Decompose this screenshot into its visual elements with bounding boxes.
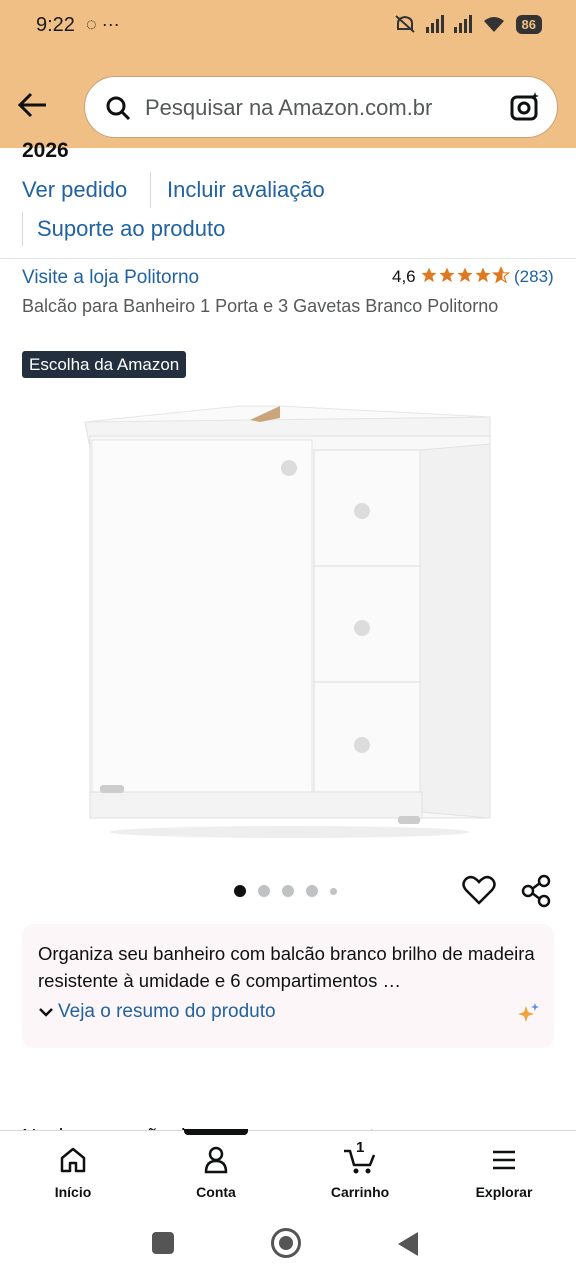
chevron-down-icon xyxy=(39,1008,53,1017)
search-input[interactable]: Pesquisar na Amazon.com.br xyxy=(145,95,432,121)
mute-icon xyxy=(394,15,415,33)
system-navigation-bar xyxy=(0,1210,576,1280)
star-icon xyxy=(475,267,491,283)
add-review-link[interactable]: Incluir avaliação xyxy=(167,177,325,203)
nav-account-label: Conta xyxy=(196,1184,236,1200)
bottom-navigation: Início Conta 1 Carrinho Explorar xyxy=(0,1129,576,1210)
app-header: 9:22 ◌ ··· 86 Pesquisar na Amazon.com.br xyxy=(0,0,576,148)
summary-text: Organiza seu banheiro com balcão branco … xyxy=(38,943,535,991)
view-summary-label: Veja o resumo do produto xyxy=(58,1001,276,1022)
nav-explore[interactable]: Explorar xyxy=(459,1145,549,1200)
divider xyxy=(150,172,151,208)
product-image[interactable] xyxy=(70,392,510,842)
home-icon xyxy=(60,1147,86,1173)
star-icon xyxy=(457,267,473,283)
nav-home[interactable]: Início xyxy=(28,1145,118,1200)
active-tab-indicator xyxy=(184,1129,248,1135)
nav-cart[interactable]: 1 Carrinho xyxy=(315,1139,405,1200)
system-back-button[interactable] xyxy=(398,1232,418,1256)
share-icon[interactable] xyxy=(520,874,554,908)
account-icon xyxy=(204,1146,228,1174)
carousel-dot[interactable] xyxy=(306,885,318,897)
nav-home-label: Início xyxy=(54,1184,92,1200)
star-icon xyxy=(439,267,455,283)
wifi-icon xyxy=(483,17,504,32)
nav-cart-label: Carrinho xyxy=(330,1184,390,1200)
status-bar: 9:22 ◌ ··· 86 xyxy=(0,0,576,56)
half-star-icon xyxy=(492,266,510,284)
status-time: 9:22 xyxy=(36,14,75,36)
view-order-link[interactable]: Ver pedido xyxy=(22,177,127,203)
star-rating[interactable] xyxy=(420,266,510,284)
cart-count: 1 xyxy=(356,1139,365,1156)
heart-icon[interactable] xyxy=(462,874,496,906)
status-right-icons: 86 xyxy=(394,14,542,34)
search-bar[interactable]: Pesquisar na Amazon.com.br xyxy=(84,76,558,138)
recent-apps-button[interactable] xyxy=(152,1232,174,1254)
product-support-link[interactable]: Suporte ao produto xyxy=(37,216,225,242)
star-icon xyxy=(421,267,437,283)
amazon-choice-badge: Escolha da Amazon xyxy=(22,351,187,378)
carousel-dot[interactable] xyxy=(282,885,294,897)
menu-icon xyxy=(493,1150,515,1170)
camera-search-icon[interactable] xyxy=(509,91,541,123)
battery-indicator: 86 xyxy=(515,14,542,34)
ai-sparkle-icon xyxy=(518,1003,539,1022)
back-arrow-icon[interactable] xyxy=(16,88,50,122)
product-title: Balcão para Banheiro 1 Porta e 3 Gavetas… xyxy=(22,296,499,316)
rating-count[interactable]: (283) xyxy=(514,267,554,287)
system-home-button[interactable] xyxy=(271,1228,301,1258)
product-summary-card: Organiza seu banheiro com balcão branco … xyxy=(22,924,554,1048)
carousel-dot-active[interactable] xyxy=(234,885,246,897)
carousel-dot[interactable] xyxy=(258,885,270,897)
image-carousel-indicator[interactable] xyxy=(234,885,337,897)
divider xyxy=(22,212,23,246)
carousel-dot[interactable] xyxy=(330,887,337,895)
cell-signal-2-icon xyxy=(453,15,472,33)
section-divider xyxy=(0,258,576,259)
store-link[interactable]: Visite a loja Politorno xyxy=(22,267,199,289)
search-icon xyxy=(106,96,131,121)
cell-signal-icon xyxy=(425,15,444,33)
rating-value[interactable]: 4,6 xyxy=(392,267,416,287)
order-date-fragment: 2026 xyxy=(22,142,69,160)
nav-account[interactable]: Conta xyxy=(171,1145,261,1200)
nav-explore-label: Explorar xyxy=(475,1184,533,1200)
view-summary-link[interactable]: Veja o resumo do produto xyxy=(38,1001,276,1023)
notification-icons: ◌ ··· xyxy=(86,14,120,34)
